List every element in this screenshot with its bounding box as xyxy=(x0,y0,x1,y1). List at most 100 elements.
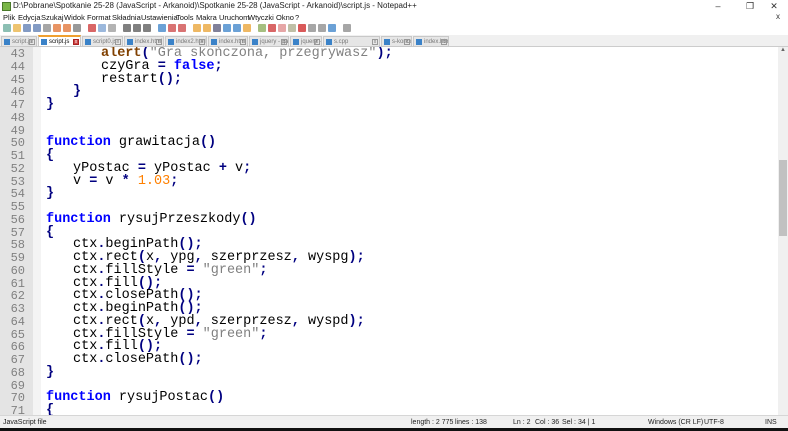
toolbar-button-icon[interactable] xyxy=(343,24,351,32)
tab-close-icon[interactable]: x xyxy=(156,39,162,45)
tab-close-icon[interactable]: x xyxy=(199,39,205,45)
menu-7[interactable]: Tools xyxy=(176,13,194,22)
toolbar-button-icon[interactable] xyxy=(223,24,231,32)
tab-9[interactable]: s-koncowy.cppx xyxy=(381,36,412,47)
toolbar-button-icon[interactable] xyxy=(298,24,306,32)
code-token: = xyxy=(186,326,195,342)
window-title: D:\Pobrane\Spotkanie 25-28 (JavaScript -… xyxy=(13,1,417,10)
toolbar-button-icon[interactable] xyxy=(43,24,51,32)
tab-close-icon[interactable]: x xyxy=(73,39,79,45)
code-line: v = v * 1.03; xyxy=(73,173,178,189)
scrollbar-thumb[interactable] xyxy=(779,160,787,236)
toolbar-button-icon[interactable] xyxy=(278,24,286,32)
menu-9[interactable]: Uruchom xyxy=(219,13,249,22)
code-token: v xyxy=(73,173,90,189)
tab-close-icon[interactable]: x xyxy=(372,39,378,45)
tab-8[interactable]: s.cpp x xyxy=(323,36,380,47)
status-sel: Sel : 34 | 1 xyxy=(562,419,596,426)
tab-close-icon[interactable]: x xyxy=(115,39,121,45)
line-number: 56 xyxy=(10,212,25,227)
menu-4[interactable]: Format xyxy=(87,13,111,22)
toolbar-button-icon[interactable] xyxy=(143,24,151,32)
menu-10[interactable]: Wtyczki xyxy=(248,13,274,22)
tab-6[interactable]: jquery - galeria.htmlx xyxy=(249,36,289,47)
code-line: } xyxy=(46,187,54,201)
toolbar-button-icon[interactable] xyxy=(88,24,96,32)
toolbar-button-icon[interactable] xyxy=(73,24,81,32)
menu-2[interactable]: Szukaj xyxy=(41,13,64,22)
scroll-up-icon[interactable]: ▲ xyxy=(778,47,788,57)
toolbar-button-icon[interactable] xyxy=(268,24,276,32)
toolbar-button-icon[interactable] xyxy=(23,24,31,32)
toolbar-button-icon[interactable] xyxy=(13,24,21,32)
menu-3[interactable]: Widok xyxy=(64,13,85,22)
line-number: 43 xyxy=(10,47,25,61)
toolbar-button-icon[interactable] xyxy=(243,24,251,32)
code-token: (); xyxy=(178,352,203,367)
toolbar-button-icon[interactable] xyxy=(308,24,316,32)
toolbar-button-icon[interactable] xyxy=(178,24,186,32)
tab-close-icon[interactable]: x xyxy=(441,39,447,45)
tab-close-icon[interactable]: x xyxy=(29,39,35,45)
status-ln: Ln : 2 xyxy=(513,419,531,426)
tab-close-icon[interactable]: x xyxy=(240,39,246,45)
line-number: 63 xyxy=(10,302,25,316)
code-token: v xyxy=(97,173,122,189)
code-token: grawitacja xyxy=(110,135,200,151)
toolbar-button-icon[interactable] xyxy=(233,24,241,32)
menu-11[interactable]: Okno xyxy=(276,13,294,22)
tab-0[interactable]: script.js x xyxy=(1,36,37,47)
tab-4[interactable]: index2.html x xyxy=(165,36,207,47)
tab-5[interactable]: index.html x xyxy=(208,36,248,47)
code-token: } xyxy=(73,84,82,100)
tab-7[interactable]: jquery - galeria -- baza.htmlx xyxy=(290,36,322,47)
code-token: closePath xyxy=(105,352,179,367)
close-document-button[interactable]: x xyxy=(776,12,780,21)
tab-close-icon[interactable]: x xyxy=(404,39,410,45)
close-button[interactable]: ✕ xyxy=(760,0,788,12)
toolbar-button-icon[interactable] xyxy=(168,24,176,32)
fold-margin[interactable] xyxy=(33,47,41,415)
tab-label: s.cpp xyxy=(334,39,349,45)
toolbar-button-icon[interactable] xyxy=(203,24,211,32)
tab-1[interactable]: script.js x xyxy=(38,35,81,47)
code-token: function xyxy=(46,135,111,151)
toolbar-button-icon[interactable] xyxy=(213,24,221,32)
status-bar: JavaScript file length : 2 775 lines : 1… xyxy=(0,415,788,428)
toolbar-button-icon[interactable] xyxy=(133,24,141,32)
minimize-button[interactable]: – xyxy=(704,0,732,12)
code-token: ; xyxy=(259,262,268,278)
toolbar-button-icon[interactable] xyxy=(158,24,166,32)
menu-0[interactable]: Plik xyxy=(3,13,15,22)
toolbar-button-icon[interactable] xyxy=(98,24,106,32)
code-token: ; xyxy=(243,160,252,176)
tab-2[interactable]: script0.js x xyxy=(82,36,123,47)
tab-10[interactable]: index.html x xyxy=(413,36,449,47)
menu-5[interactable]: Składnia xyxy=(112,13,141,22)
menu-6[interactable]: Ustawienia xyxy=(141,13,178,22)
menu-12[interactable]: ? xyxy=(295,13,299,22)
toolbar-button-icon[interactable] xyxy=(108,24,116,32)
toolbar-button-icon[interactable] xyxy=(53,24,61,32)
toolbar-button-icon[interactable] xyxy=(288,24,296,32)
tab-close-icon[interactable]: x xyxy=(314,39,320,45)
toolbar-button-icon[interactable] xyxy=(33,24,41,32)
toolbar-button-icon[interactable] xyxy=(123,24,131,32)
menu-8[interactable]: Makra xyxy=(196,13,217,22)
tab-close-icon[interactable]: x xyxy=(281,39,287,45)
line-number: 48 xyxy=(10,110,25,125)
tab-3[interactable]: index.html x xyxy=(124,36,164,47)
toolbar-button-icon[interactable] xyxy=(318,24,326,32)
toolbar-button-icon[interactable] xyxy=(193,24,201,32)
menu-1[interactable]: Edycja xyxy=(18,13,41,22)
toolbar-button-icon[interactable] xyxy=(63,24,71,32)
code-token: function xyxy=(46,390,111,406)
vertical-scrollbar[interactable]: ▲ xyxy=(778,47,788,415)
code-editor[interactable]: 43 alert("Gra skończona, przegrywasz"); 44… xyxy=(0,47,778,415)
code-token: rysujPostac xyxy=(110,390,209,406)
line-number: 59 xyxy=(10,251,25,265)
toolbar-button-icon[interactable] xyxy=(258,24,266,32)
toolbar-button-icon[interactable] xyxy=(3,24,11,32)
code-token: (); xyxy=(157,71,183,87)
toolbar-button-icon[interactable] xyxy=(328,24,336,32)
